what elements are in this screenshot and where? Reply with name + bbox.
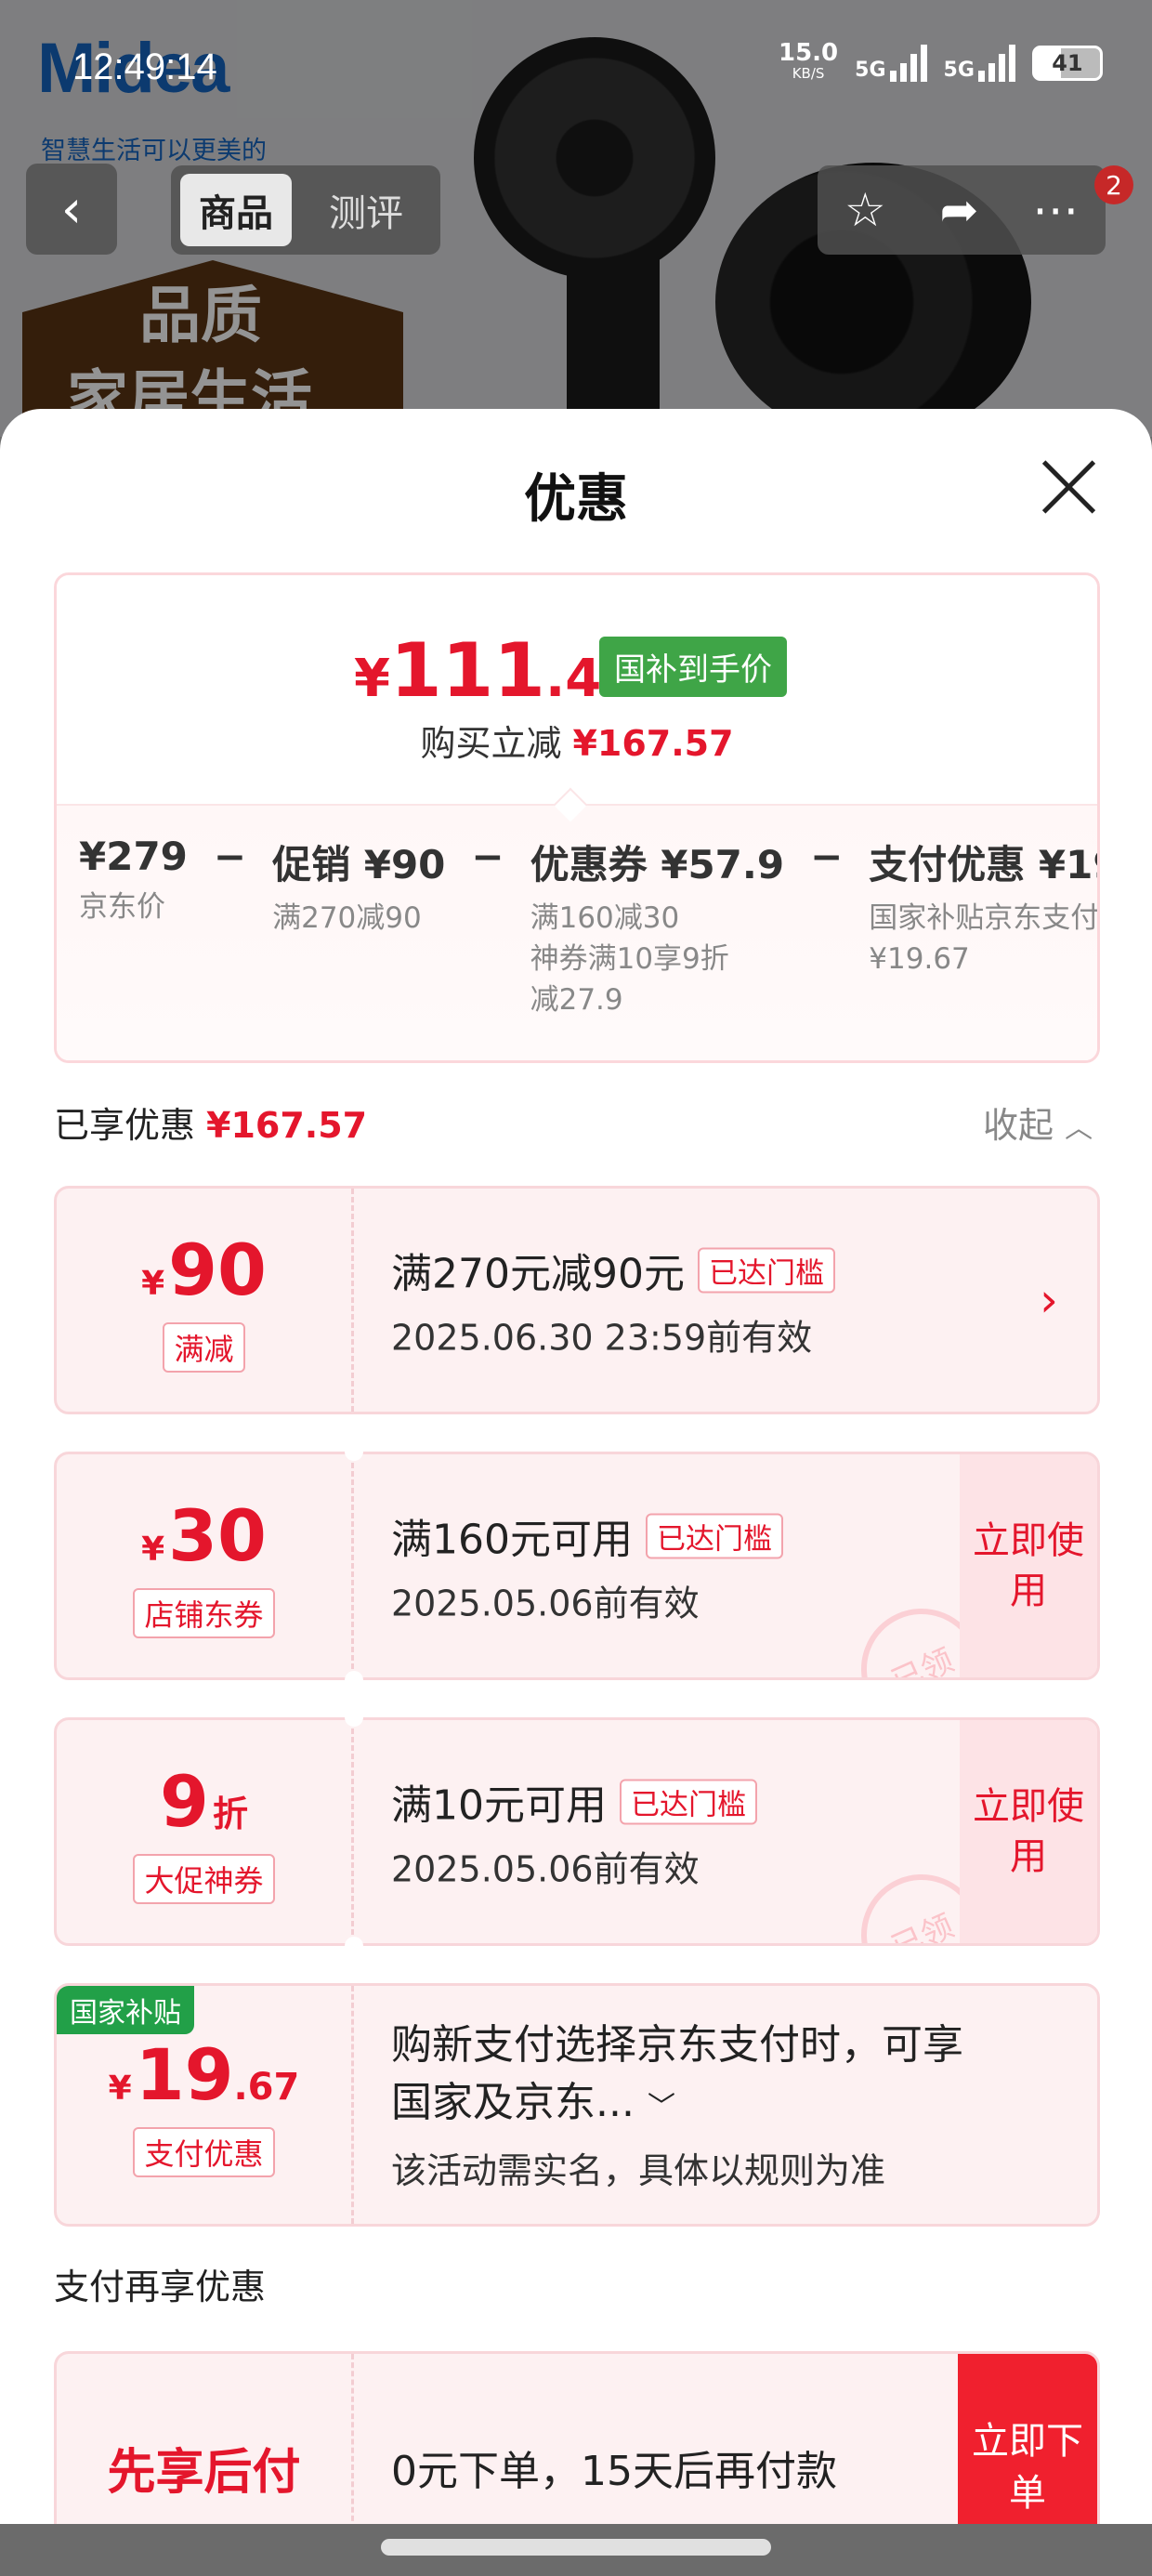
product-tabs: 商品 测评 [171, 165, 440, 255]
promotion-type: 满减 [163, 1321, 245, 1373]
coupon-discount: 9 折 [160, 1759, 248, 1843]
share-icon[interactable]: ➦ [939, 183, 978, 237]
coupon-type: 店铺东券 [133, 1587, 275, 1638]
bnpl-description: 0元下单，15天后再付款 [391, 2448, 837, 2495]
tab-reviews[interactable]: 测评 [310, 174, 422, 246]
subsidy-price-tag: 国补到手价 [599, 637, 787, 697]
ticket-notch [345, 1442, 363, 1461]
signal-sim1-icon: 5G [855, 45, 927, 82]
ticket-notch [345, 1937, 363, 1955]
threshold-chip: 已达门槛 [620, 1779, 757, 1824]
notification-badge: 2 [1094, 165, 1133, 204]
star-icon[interactable]: ☆ [844, 183, 886, 237]
coupon-condition: 满10元可用 [391, 1781, 607, 1830]
close-icon[interactable] [1039, 457, 1098, 517]
coupon-validity: 2025.05.06前有效 [391, 1848, 700, 1890]
chevron-left-icon: ‹ [60, 178, 83, 240]
nav-actions: ☆ ➦ ⋯ [818, 165, 1106, 255]
chevron-up-icon: ︿ [1065, 1112, 1093, 1145]
payment-amount: ¥ 19 .67 [108, 2032, 300, 2116]
breakdown-coupon: 优惠券 ¥57.9 满160减30 神券满10享9折 减27.9 [530, 842, 785, 1017]
minus-sign: − [213, 834, 247, 879]
price-breakdown[interactable]: ¥279 京东价 − 促销 ¥90 满270减90 − 优惠券 ¥57.9 满1… [57, 804, 1100, 1060]
store-coupon-card: ¥ 30 店铺东券 满160元可用 已达门槛 2025.05.06前有效 已领 立… [54, 1452, 1100, 1680]
promotion-validity: 2025.06.30 23:59前有效 [391, 1317, 813, 1359]
ticket-notch [345, 1708, 363, 1727]
status-bar-right: 15.0 KB/S 5G 5G 41 [779, 39, 1103, 84]
battery-icon: 41 [1031, 46, 1103, 81]
payment-note: 该活动需实名，具体以规则为准 [391, 2150, 886, 2191]
threshold-chip: 已达门槛 [697, 1247, 835, 1293]
coupon-condition: 满160元可用 [391, 1516, 633, 1564]
collapse-button[interactable]: 收起 ︿ [983, 1097, 1093, 1148]
coupon-validity: 2025.05.06前有效 [391, 1583, 700, 1624]
use-coupon-button[interactable]: 立即使用 [960, 1720, 1097, 1943]
bnpl-title: 先享后付 [107, 2444, 301, 2501]
section-pay-discount: 支付再享优惠 [54, 2267, 267, 2307]
back-button[interactable]: ‹ [26, 164, 117, 255]
promotion-card[interactable]: ¥ 90 满减 满270元减90元 已达门槛 2025.06.30 23:59前有… [54, 1186, 1100, 1414]
coupon-type: 大促神券 [133, 1853, 275, 1904]
network-speed: 15.0 KB/S [779, 39, 839, 82]
super-coupon-card: 9 折 大促神券 满10元可用 已达门槛 2025.05.06前有效 已领 立即使… [54, 1717, 1100, 1946]
use-coupon-button[interactable]: 立即使用 [960, 1454, 1097, 1677]
gov-subsidy-tag: 国家补贴 [57, 1986, 194, 2034]
payment-type: 支付优惠 [133, 2126, 275, 2177]
ticket-notch [345, 1671, 363, 1689]
signal-sim2-icon: 5G [944, 45, 1015, 82]
chevron-down-icon[interactable]: ﹀ [648, 2091, 675, 2123]
final-price: ¥ 111 .43 [354, 627, 638, 714]
payment-discount-card[interactable]: ¥ 19 .67 支付优惠 国家补贴 购新支付选择京东支付时，可享 国家及京东.… [54, 1983, 1100, 2227]
bnpl-card: 先享后付 0元下单，15天后再付款 立即下单 [54, 2351, 1100, 2535]
breakdown-list-price: ¥279 京东价 [79, 834, 188, 924]
sheet-title: 优惠 [524, 469, 628, 530]
order-now-button[interactable]: 立即下单 [958, 2354, 1097, 2535]
more-icon[interactable]: ⋯ [1032, 183, 1079, 237]
minus-sign: − [471, 834, 504, 879]
status-time: 12:49:14 [72, 46, 217, 87]
discount-sheet: 优惠 ¥ 111 .43 国补到手价 购买立减 ¥167.57 ¥279 京东价 … [0, 409, 1152, 2535]
home-indicator[interactable] [381, 2539, 771, 2556]
breakdown-promotion: 促销 ¥90 满270减90 [272, 842, 446, 935]
tab-product[interactable]: 商品 [180, 174, 292, 246]
chevron-right-icon[interactable]: › [1040, 1273, 1058, 1327]
breakdown-payment: 支付优惠 ¥19 国家补贴京东支付 ¥19.67 [869, 842, 1100, 976]
promotion-condition: 满270元减90元 [391, 1250, 685, 1298]
total-saving: 购买立减 ¥167.57 [420, 723, 734, 764]
threshold-chip: 已达门槛 [645, 1513, 783, 1558]
payment-description: 购新支付选择京东支付时，可享 国家及京东... ﹀ [391, 2021, 963, 2126]
promotion-amount: ¥ 90 [141, 1228, 267, 1311]
price-summary: ¥ 111 .43 国补到手价 购买立减 ¥167.57 ¥279 京东价 − 促… [54, 572, 1100, 1063]
enjoyed-discount: 已享优惠 ¥167.57 [54, 1105, 368, 1146]
coupon-amount: ¥ 30 [141, 1493, 267, 1577]
minus-sign: − [810, 834, 844, 879]
